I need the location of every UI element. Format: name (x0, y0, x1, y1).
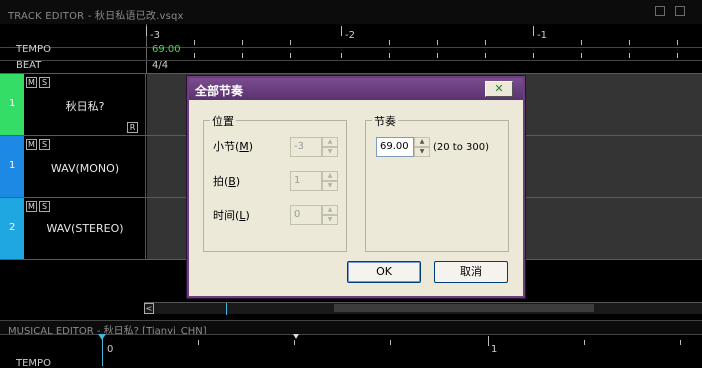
track-number-badge[interactable]: 1 (0, 136, 24, 197)
track-row[interactable]: 1 M S WAV(MONO) (0, 136, 146, 197)
track-header[interactable]: M S 秋日私? R (24, 74, 146, 135)
cancel-button[interactable]: 取消 (434, 261, 508, 283)
playhead-marker-icon (98, 334, 106, 340)
beat-label: 拍(B) (213, 175, 241, 188)
track-row[interactable]: 1 M S 秋日私? R (0, 74, 146, 135)
track-name: 秋日私? (65, 100, 105, 113)
measure-number: -2 (345, 30, 355, 41)
playhead-marker (226, 303, 227, 315)
track-number-badge[interactable]: 1 (0, 74, 24, 135)
track-editor-title: TRACK EDITOR - 秋日私语已改.vsqx (8, 11, 184, 22)
global-tempo-dialog: 全部节奏 ✕ 位置 小节(M) -3 ▲ ▼ 拍(B) 1 ▲ ▼ 时间(L) 0 … (187, 76, 525, 298)
spin-down-icon[interactable]: ▼ (322, 147, 338, 157)
spin-down-icon[interactable]: ▼ (322, 215, 338, 225)
solo-button[interactable]: S (39, 77, 50, 88)
spin-up-icon[interactable]: ▲ (322, 205, 338, 215)
measure-spinner[interactable]: -3 ▲ ▼ (290, 137, 338, 157)
beat-spinner[interactable]: 1 ▲ ▼ (290, 171, 338, 191)
mute-button[interactable]: M (26, 77, 37, 88)
measure-input[interactable]: -3 (290, 137, 322, 157)
tempo-spinner[interactable]: 69.00 ▲ ▼ (376, 137, 430, 157)
track-name: WAV(MONO) (50, 162, 120, 175)
track-number-badge[interactable]: 2 (0, 198, 24, 259)
tempo-range: (20 to 300) (433, 142, 490, 153)
musical-ruler[interactable]: 0 1 TEMPO (0, 334, 702, 368)
mute-button[interactable]: M (26, 201, 37, 212)
tempo-group-title: 节奏 (372, 113, 398, 129)
musical-editor-titlebar: MUSICAL EDITOR - 秋日私? [Tianyi_CHN] (0, 320, 702, 337)
track-row[interactable]: 2 M S WAV(STEREO) (0, 198, 146, 259)
track-name: WAV(STEREO) (46, 222, 124, 235)
minimize-icon[interactable] (655, 6, 665, 16)
mute-button[interactable]: M (26, 139, 37, 150)
tempo-label: TEMPO (16, 44, 51, 55)
maximize-icon[interactable] (675, 6, 685, 16)
measure-number: -3 (150, 30, 160, 41)
time-label: 时间(L) (213, 209, 250, 222)
tempo-label: TEMPO (16, 358, 51, 368)
measure-number: 1 (491, 344, 498, 355)
beat-value[interactable]: 4/4 (152, 60, 168, 71)
dialog-titlebar[interactable]: 全部节奏 ✕ (189, 78, 523, 100)
ok-button[interactable]: OK (347, 261, 421, 283)
time-input[interactable]: 0 (290, 205, 322, 225)
measure-number: -1 (537, 30, 547, 41)
spin-down-icon[interactable]: ▼ (414, 147, 430, 157)
measure-label: 小节(M) (213, 140, 254, 153)
tempo-value[interactable]: 69.00 (152, 44, 181, 55)
scroll-thumb[interactable] (334, 304, 594, 312)
time-spinner[interactable]: 0 ▲ ▼ (290, 205, 338, 225)
spin-up-icon[interactable]: ▲ (322, 137, 338, 147)
close-icon[interactable]: ✕ (485, 81, 513, 97)
spin-up-icon[interactable]: ▲ (322, 171, 338, 181)
track-header[interactable]: M S WAV(MONO) (24, 136, 146, 197)
position-group-title: 位置 (210, 113, 236, 129)
solo-button[interactable]: S (39, 139, 50, 150)
solo-button[interactable]: S (39, 201, 50, 212)
track-ruler[interactable]: -3 -2 -1 (0, 24, 702, 74)
horizontal-scrollbar[interactable]: < (144, 302, 702, 315)
beat-label: BEAT (16, 60, 42, 71)
marker-icon (293, 334, 299, 339)
record-button[interactable]: R (127, 122, 138, 133)
track-editor-titlebar: TRACK EDITOR - 秋日私语已改.vsqx (0, 0, 702, 24)
playhead[interactable] (102, 336, 103, 366)
spin-down-icon[interactable]: ▼ (322, 181, 338, 191)
track-header[interactable]: M S WAV(STEREO) (24, 198, 146, 259)
dialog-title: 全部节奏 (195, 84, 244, 98)
scroll-left-button[interactable]: < (144, 303, 154, 314)
spin-up-icon[interactable]: ▲ (414, 137, 430, 147)
beat-input[interactable]: 1 (290, 171, 322, 191)
tempo-input[interactable]: 69.00 (376, 137, 414, 157)
measure-number: 0 (107, 344, 114, 355)
